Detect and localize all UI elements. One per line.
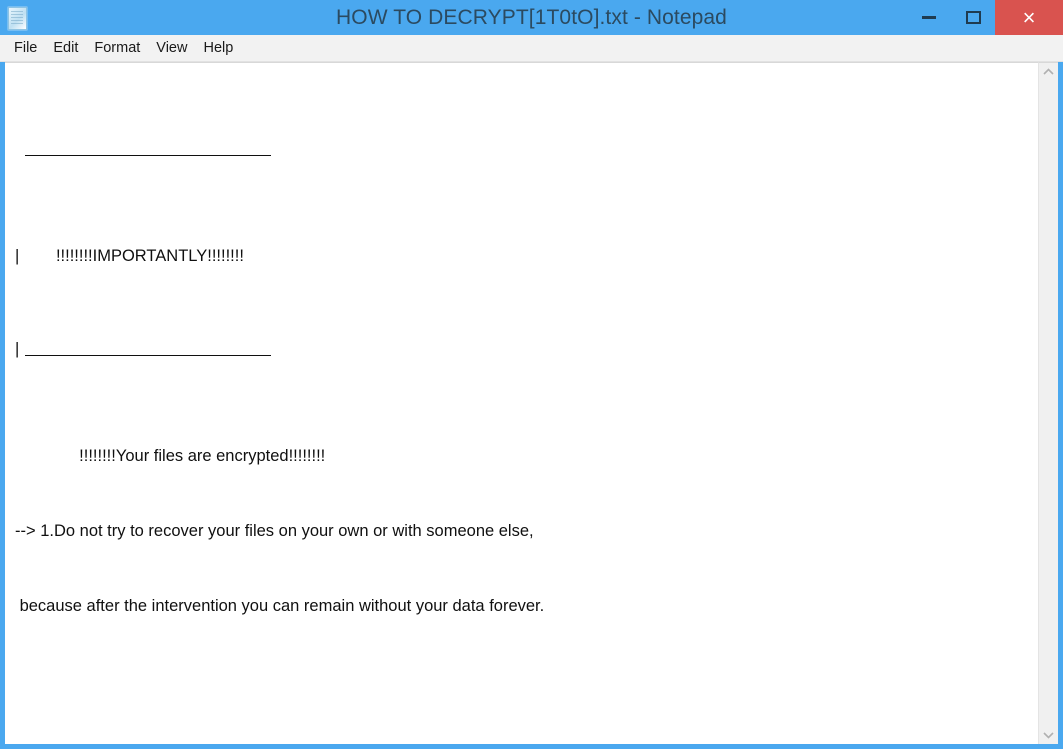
window-title: HOW TO DECRYPT[1T0tO].txt - Notepad [336,5,727,29]
minimize-icon [922,16,936,19]
document-line: | !!!!!!!!IMPORTANTLY!!!!!!!! [15,247,244,265]
document-text[interactable]: | !!!!!!!!IMPORTANTLY!!!!!!!! | !!!!!!!!… [5,63,1038,744]
document-rule-top [15,144,1038,169]
minimize-button[interactable] [907,0,951,35]
menu-bar: File Edit Format View Help [0,35,1063,62]
vertical-scrollbar[interactable] [1038,62,1058,744]
pipe-glyph: | [15,340,20,358]
rule-line [25,155,271,156]
text-editor[interactable]: | !!!!!!!!IMPORTANTLY!!!!!!!! | !!!!!!!!… [5,62,1038,744]
document-line: !!!!!!!!Your files are encrypted!!!!!!!! [15,447,326,465]
title-bar[interactable]: HOW TO DECRYPT[1T0tO].txt - Notepad × [0,0,1063,35]
close-icon: × [1022,4,1036,30]
notepad-document-icon [8,6,27,30]
document-line: because after the intervention you can r… [15,597,545,615]
close-button[interactable]: × [995,0,1063,35]
document-rule-under-heading: | [15,340,1038,369]
menu-item-view[interactable]: View [148,38,195,58]
menu-item-help[interactable]: Help [195,38,241,58]
maximize-icon [965,11,981,24]
scroll-up-arrow-icon[interactable] [1039,63,1058,81]
menu-item-format[interactable]: Format [86,38,148,58]
window-controls: × [907,0,1063,35]
menu-item-edit[interactable]: Edit [45,38,86,58]
menu-item-file[interactable]: File [6,38,45,58]
notepad-window: HOW TO DECRYPT[1T0tO].txt - Notepad × Fi… [0,0,1063,749]
rule-line [25,355,271,356]
scrollbar-track[interactable] [1039,81,1058,726]
client-area: | !!!!!!!!IMPORTANTLY!!!!!!!! | !!!!!!!!… [0,62,1063,749]
maximize-button[interactable] [951,0,995,35]
document-line: --> 1.Do not try to recover your files o… [15,522,534,540]
scroll-down-arrow-icon[interactable] [1039,726,1058,744]
